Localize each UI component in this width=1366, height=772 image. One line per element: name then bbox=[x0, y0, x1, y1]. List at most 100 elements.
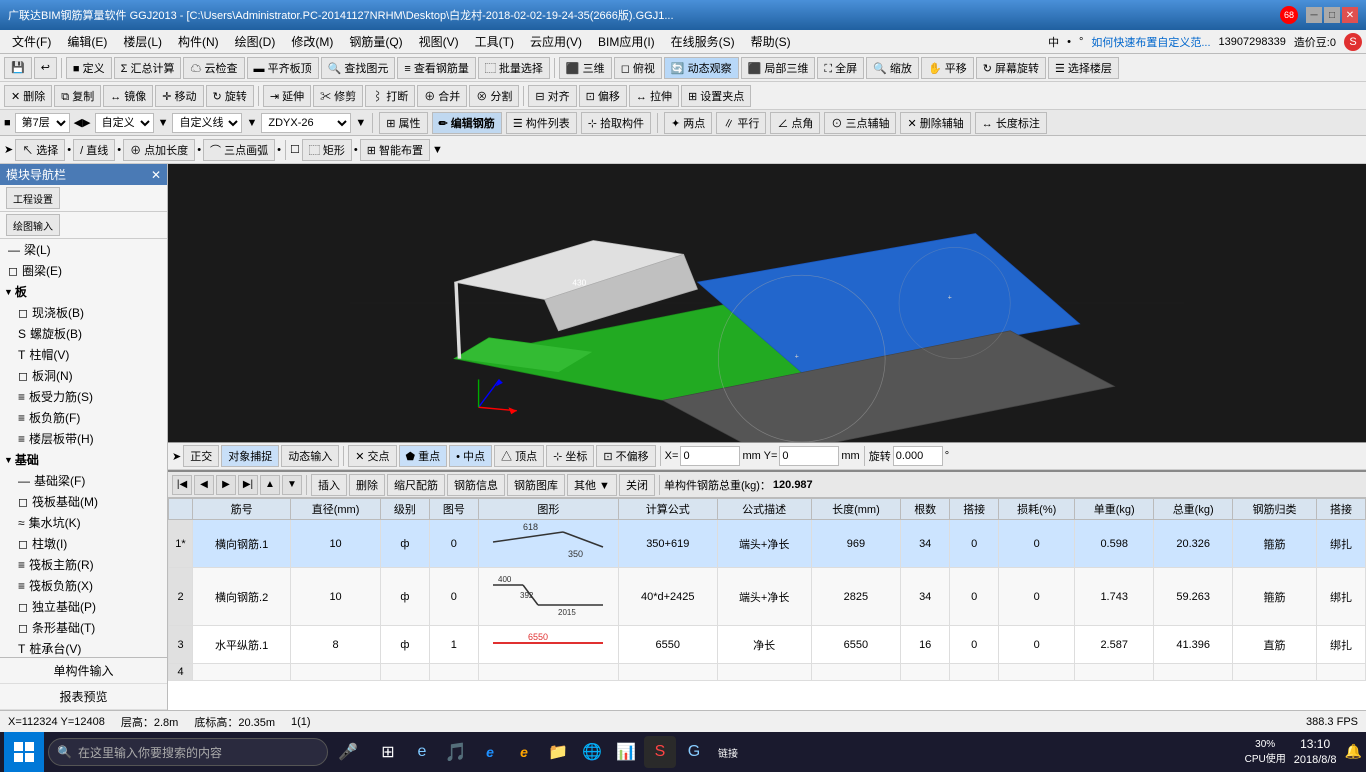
btn-close-panel[interactable]: 关闭 bbox=[619, 474, 655, 496]
y-input[interactable] bbox=[779, 446, 839, 466]
taskbar-icon-music[interactable]: 🎵 bbox=[440, 736, 472, 768]
sidebar-item-isolated-fnd[interactable]: ◻ 独立基础(P) bbox=[0, 596, 167, 617]
btn-rebar-info[interactable]: 钢筋信息 bbox=[447, 474, 505, 496]
sidebar-item-raft-neg[interactable]: ≡ 筏板负筋(X) bbox=[0, 575, 167, 596]
sidebar-item-beam[interactable]: — 梁(L) bbox=[0, 239, 167, 260]
taskbar-icon-edge[interactable]: e bbox=[406, 736, 438, 768]
menu-goujian[interactable]: 构件(N) bbox=[170, 31, 227, 52]
table-row[interactable]: 2 横向钢筋.2 10 ф 0 400 392 2015 40*d+2425 端… bbox=[169, 568, 1366, 626]
taskbar-icon-s[interactable]: S bbox=[644, 736, 676, 768]
toolbar-extend[interactable]: ⇥ 延伸 bbox=[263, 85, 311, 107]
btn-dynamic-input[interactable]: 动态输入 bbox=[281, 445, 339, 467]
btn-coord[interactable]: ⊹ 坐标 bbox=[546, 445, 594, 467]
menu-louceng[interactable]: 楼层(L) bbox=[115, 31, 170, 52]
canvas-area[interactable]: 430 + + ▶ bbox=[168, 164, 1366, 442]
toolbar-stretch[interactable]: ↔ 拉伸 bbox=[629, 85, 679, 107]
btn-insert-row[interactable]: 插入 bbox=[311, 474, 347, 496]
toolbar-grip[interactable]: ⊞ 设置夹点 bbox=[681, 85, 751, 107]
rotate-input[interactable] bbox=[893, 446, 943, 466]
layer-select[interactable]: 第7层 bbox=[15, 113, 70, 133]
toolbar-3d[interactable]: ⬛ 三维 bbox=[559, 57, 612, 79]
nav-down[interactable]: ▼ bbox=[282, 475, 302, 495]
btn-twopoint[interactable]: ✦ 两点 bbox=[664, 112, 712, 134]
toolbar-pan[interactable]: ✋ 平移 bbox=[921, 57, 974, 79]
menu-bianji[interactable]: 编辑(E) bbox=[59, 31, 115, 52]
menu-help[interactable]: 帮助(S) bbox=[743, 31, 799, 52]
menu-gangj[interactable]: 钢筋量(Q) bbox=[341, 31, 410, 52]
toolbar-merge[interactable]: ⊕ 合并 bbox=[417, 85, 467, 107]
toolbar-level-plate[interactable]: ▬ 平齐板顶 bbox=[247, 57, 319, 79]
btn-parallel[interactable]: ∥ 平行 bbox=[716, 112, 766, 134]
btn-property[interactable]: ⊞ 属性 bbox=[379, 112, 427, 134]
toolbar-local-3d[interactable]: ⬛ 局部三维 bbox=[741, 57, 816, 79]
btn-arc[interactable]: ⌒ 三点画弧 bbox=[203, 139, 275, 161]
x-input[interactable] bbox=[680, 446, 740, 466]
taskbar-mic[interactable]: 🎤 bbox=[332, 736, 364, 768]
btn-pick[interactable]: ⊹ 拾取构件 bbox=[581, 112, 651, 134]
menu-gongju[interactable]: 工具(T) bbox=[467, 31, 522, 52]
btn-edit-rebar[interactable]: ✏ 编辑钢筋 bbox=[432, 112, 502, 134]
toolbar-break[interactable]: ⌇ 打断 bbox=[365, 85, 415, 107]
taskbar-icon-ie2[interactable]: e bbox=[508, 736, 540, 768]
btn-other[interactable]: 其他 ▼ bbox=[567, 474, 617, 496]
toolbar-mirror[interactable]: ↔ 镜像 bbox=[103, 85, 153, 107]
sidebar-drawing[interactable]: 绘图输入 bbox=[6, 214, 60, 236]
sidebar-item-floor-band[interactable]: ≡ 楼层板带(H) bbox=[0, 428, 167, 449]
btn-threepoint-axis[interactable]: ⊙ 三点辅轴 bbox=[824, 112, 896, 134]
sidebar-item-spiral-slab[interactable]: S 螺旋板(B) bbox=[0, 323, 167, 344]
nav-up[interactable]: ▲ bbox=[260, 475, 280, 495]
toolbar-save[interactable]: 💾 bbox=[4, 57, 32, 79]
btn-report[interactable]: 报表预览 bbox=[0, 684, 167, 710]
sidebar-item-slab-force[interactable]: ≡ 板受力筋(S) bbox=[0, 386, 167, 407]
btn-pointlen[interactable]: ⊕ 点加长度 bbox=[123, 139, 195, 161]
toolbar-select-floor[interactable]: ☰ 选择楼层 bbox=[1048, 57, 1119, 79]
quick-config[interactable]: 如何快速布置自定义范... bbox=[1091, 34, 1210, 50]
sidebar-item-pedestal[interactable]: ◻ 柱墩(I) bbox=[0, 533, 167, 554]
nav-last[interactable]: ▶| bbox=[238, 475, 258, 495]
toolbar-trim[interactable]: ✂ 修剪 bbox=[313, 85, 363, 107]
toolbar-zoom[interactable]: 🔍 缩放 bbox=[866, 57, 919, 79]
taskbar-icon-task[interactable]: ⊞ bbox=[372, 736, 404, 768]
nav-first[interactable]: |◀ bbox=[172, 475, 192, 495]
menu-yunyy[interactable]: 云应用(V) bbox=[522, 31, 590, 52]
btn-select[interactable]: ↖ 选择 bbox=[15, 139, 65, 161]
toolbar-fullscreen[interactable]: ⛶ 全屏 bbox=[817, 57, 864, 79]
sidebar-controls[interactable]: ✕ bbox=[151, 168, 161, 182]
sidebar-item-pit[interactable]: ≈ 集水坑(K) bbox=[0, 512, 167, 533]
taskbar-icon-folder[interactable]: 📁 bbox=[542, 736, 574, 768]
toolbar-split[interactable]: ⊗ 分割 bbox=[469, 85, 519, 107]
taskbar-notification[interactable]: 🔔 bbox=[1345, 743, 1362, 760]
win-maximize[interactable]: □ bbox=[1324, 7, 1340, 23]
nav-prev[interactable]: ◀ bbox=[194, 475, 214, 495]
toolbar-batch-select[interactable]: ⬚ 批量选择 bbox=[478, 57, 550, 79]
menu-bim[interactable]: BIM应用(I) bbox=[590, 31, 663, 52]
toolbar-screen-rotate[interactable]: ↻ 屏幕旋转 bbox=[976, 57, 1046, 79]
toolbar-undo[interactable]: ↩ bbox=[34, 57, 57, 79]
toolbar-top-view[interactable]: ◻ 俯视 bbox=[614, 57, 662, 79]
toolbar-dynamic-view[interactable]: 🔄 动态观察 bbox=[664, 57, 739, 79]
btn-intersect[interactable]: ✕ 交点 bbox=[348, 445, 396, 467]
toolbar-copy[interactable]: ⧉ 复制 bbox=[54, 85, 101, 107]
btn-single-input[interactable]: 单构件输入 bbox=[0, 658, 167, 684]
btn-smart-layout[interactable]: ⊞ 智能布置 bbox=[360, 139, 430, 161]
sidebar-item-ring-beam[interactable]: ◻ 圈梁(E) bbox=[0, 260, 167, 281]
type-select[interactable]: 自定义 bbox=[95, 113, 154, 133]
taskbar-icon-chart[interactable]: 📊 bbox=[610, 736, 642, 768]
btn-delete-row[interactable]: 删除 bbox=[349, 474, 385, 496]
win-close[interactable]: ✕ bbox=[1342, 7, 1358, 23]
menu-wenjian[interactable]: 文件(F) bbox=[4, 31, 59, 52]
toolbar-view-rebar[interactable]: ≡ 查看钢筋量 bbox=[397, 57, 475, 79]
sidebar-add[interactable]: 工程设置 bbox=[6, 187, 60, 209]
btn-component-list[interactable]: ☰ 构件列表 bbox=[506, 112, 577, 134]
btn-rebar-lib[interactable]: 钢筋图库 bbox=[507, 474, 565, 496]
btn-scale-rebar[interactable]: 缩尺配筋 bbox=[387, 474, 445, 496]
menu-shitu[interactable]: 视图(V) bbox=[411, 31, 467, 52]
sidebar-item-pile-cap[interactable]: T 桩承台(V) bbox=[0, 638, 167, 657]
menu-huitu[interactable]: 绘图(D) bbox=[227, 31, 284, 52]
taskbar-search[interactable]: 🔍 在这里输入你要搜索的内容 bbox=[48, 738, 328, 766]
taskbar-icon-gear[interactable]: G bbox=[678, 736, 710, 768]
toolbar-delete[interactable]: ✕ 删除 bbox=[4, 85, 52, 107]
btn-ortho[interactable]: 正交 bbox=[183, 445, 219, 467]
start-button[interactable] bbox=[4, 732, 44, 772]
sidebar-item-foundation-beam[interactable]: — 基础梁(F) bbox=[0, 470, 167, 491]
